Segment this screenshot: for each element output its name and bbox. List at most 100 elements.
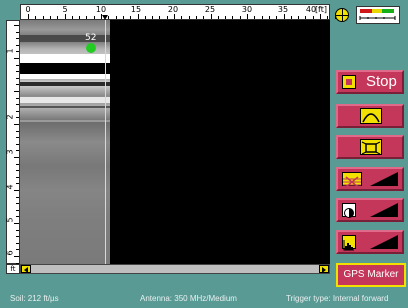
ruler-label-35: 35 [277, 5, 289, 14]
ruler-tick [49, 16, 51, 19]
depth-tick [16, 64, 19, 66]
scan-position-line [105, 20, 106, 264]
ruler-tick [86, 16, 88, 19]
ruler-tick [283, 14, 285, 19]
ruler-tick [195, 16, 197, 19]
ruler-tick [159, 16, 161, 19]
fit-window-icon [360, 139, 382, 155]
ruler-tick [166, 16, 168, 19]
ruler-tick [35, 16, 37, 19]
scroll-right-icon[interactable] [319, 265, 329, 273]
gain-indicator-icon [356, 6, 400, 24]
ruler-tick [312, 16, 314, 19]
empty-scan-area [110, 20, 330, 264]
depth-tick [14, 157, 19, 158]
ruler-tick [93, 16, 95, 19]
depth-tick [16, 242, 19, 244]
colormap-button[interactable] [336, 230, 404, 254]
ruler-tick [174, 14, 175, 19]
depth-tick [14, 190, 19, 191]
depth-tick [16, 236, 19, 238]
depth-label-4: 4 [5, 184, 15, 190]
trace-value-label: 52 [85, 33, 97, 43]
depth-tick [14, 91, 19, 92]
depth-tick [16, 117, 19, 119]
contrast-icon [342, 203, 356, 218]
depth-label-6: 6 [5, 250, 15, 256]
gps-marker-button[interactable]: GPS Marker [336, 263, 406, 287]
fit-window-button[interactable] [336, 135, 404, 159]
ruler-label-5: 5 [62, 5, 68, 14]
filter-level-icon [370, 172, 398, 186]
depth-tick [16, 143, 19, 145]
depth-tick [16, 216, 19, 218]
ruler-tick [28, 14, 29, 19]
crosshair-icon[interactable] [335, 8, 349, 22]
depth-tick [16, 71, 19, 73]
ruler-tick [108, 16, 110, 19]
gps-marker-dot [86, 43, 96, 53]
depth-tick [16, 163, 19, 165]
ruler-tick [57, 16, 59, 19]
depth-tick [16, 203, 19, 205]
ruler-tick [152, 16, 154, 19]
contrast-level-icon [370, 203, 398, 217]
ruler-label-0: 0 [25, 5, 31, 14]
depth-tick [16, 176, 19, 178]
depth-tick [16, 249, 19, 251]
ruler-tick [137, 14, 139, 19]
depth-tick [16, 51, 19, 53]
ruler-tick [276, 16, 278, 19]
depth-tick [16, 229, 19, 231]
depth-tick [16, 44, 19, 46]
depth-label-5: 5 [5, 217, 15, 223]
ruler-tick [268, 16, 270, 19]
depth-label-3: 3 [5, 149, 15, 155]
trigger-status: Trigger type: Internal forward [286, 294, 389, 303]
depth-tick [16, 77, 19, 79]
radargram-view[interactable] [20, 20, 110, 264]
depth-tick [14, 25, 19, 26]
ruler-tick [188, 16, 190, 19]
depth-tick [14, 124, 19, 125]
hyperbola-fit-button[interactable] [336, 104, 404, 128]
ruler-tick [42, 16, 44, 19]
background-filter-icon [342, 172, 362, 188]
scroll-left-icon[interactable] [21, 265, 31, 273]
ruler-tick [320, 14, 321, 19]
histogram-icon [342, 235, 356, 251]
left-depth-ruler: 1 2 3 4 5 6 [6, 20, 20, 264]
depth-tick [16, 38, 19, 40]
antenna-status: Antenna: 350 MHz/Medium [140, 294, 237, 303]
depth-tick [16, 170, 19, 172]
ruler-tick [122, 16, 124, 19]
ruler-tick [79, 16, 81, 19]
depth-tick [16, 137, 19, 139]
depth-tick [14, 223, 19, 224]
depth-tick [14, 256, 19, 257]
contrast-button[interactable] [336, 198, 404, 222]
depth-tick [16, 209, 19, 211]
ruler-tick [327, 16, 329, 19]
depth-tick [16, 110, 19, 112]
top-distance-ruler: 0 5 10 15 20 25 30 35 40 [ft] [20, 4, 336, 20]
ruler-tick [261, 16, 263, 19]
ruler-tick [210, 14, 212, 19]
ruler-label-10: 10 [95, 5, 107, 14]
depth-tick [14, 58, 19, 59]
ruler-tick [247, 14, 248, 19]
soil-status: Soil: 212 ft/µs [10, 294, 59, 303]
ruler-tick [254, 16, 256, 19]
ruler-tick [101, 14, 102, 19]
ruler-label-20: 20 [167, 5, 179, 14]
ruler-tick [290, 16, 292, 19]
depth-tick [16, 130, 19, 132]
unit-box: ft [6, 264, 20, 274]
ruler-tick [203, 16, 205, 19]
ruler-tick [181, 16, 183, 19]
ruler-tick [305, 16, 307, 19]
stop-button[interactable]: Stop [336, 70, 404, 94]
depth-tick [16, 84, 19, 86]
background-filter-button[interactable] [336, 167, 404, 191]
horizontal-scrollbar[interactable] [20, 264, 330, 274]
